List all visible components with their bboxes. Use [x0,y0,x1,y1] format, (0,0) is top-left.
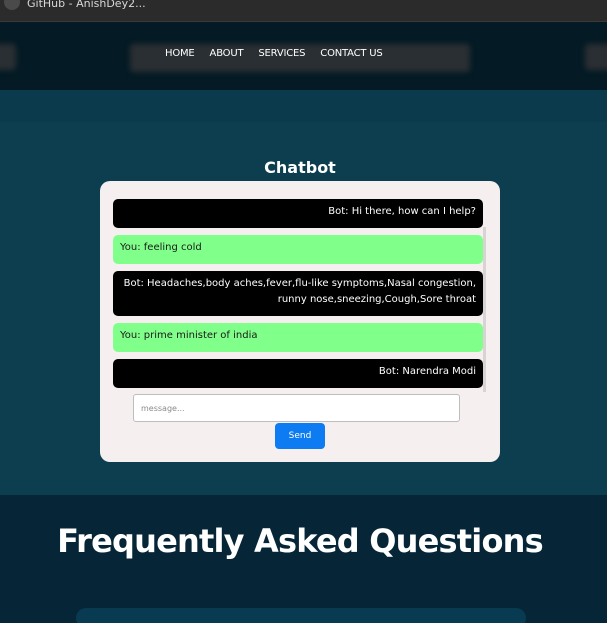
user-message: You: feeling cold [113,235,483,264]
chatbot-heading: Chatbot [264,158,336,177]
github-icon [4,0,20,10]
faq-item[interactable] [76,608,526,623]
chat-scrollbar[interactable] [483,227,486,392]
bot-message: Bot: Headaches,body aches,fever,flu-like… [113,271,483,316]
faq-section: Frequently Asked Questions [0,495,607,623]
user-message: You: prime minister of india [113,323,483,352]
chat-message-list[interactable]: Bot: Hi there, how can I help? You: feel… [113,199,483,389]
browser-tab-bar: GitHub - AnishDey2... [0,0,607,22]
message-input[interactable] [133,394,460,422]
bot-message: Bot: Hi there, how can I help? [113,199,483,228]
chat-window: Bot: Hi there, how can I help? You: feel… [100,181,500,462]
nav-link-contact-us[interactable]: CONTACT US [320,48,382,62]
chatbot-section: Chatbot Bot: Hi there, how can I help? Y… [0,90,607,495]
nav-link-about[interactable]: ABOUT [210,48,244,62]
site-navbar: HOME ABOUT SERVICES CONTACT US [0,22,607,90]
nav-link-services[interactable]: SERVICES [258,48,305,62]
bot-message: Bot: Narendra Modi [113,359,483,388]
nav-link-home[interactable]: HOME [165,48,195,62]
browser-tab-title[interactable]: GitHub - AnishDey2... [27,0,146,10]
faq-heading: Frequently Asked Questions [57,522,544,560]
send-button[interactable]: Send [275,423,325,449]
nav-links: HOME ABOUT SERVICES CONTACT US [165,48,398,62]
nav-decoration [585,44,607,70]
nav-decoration [0,44,16,70]
